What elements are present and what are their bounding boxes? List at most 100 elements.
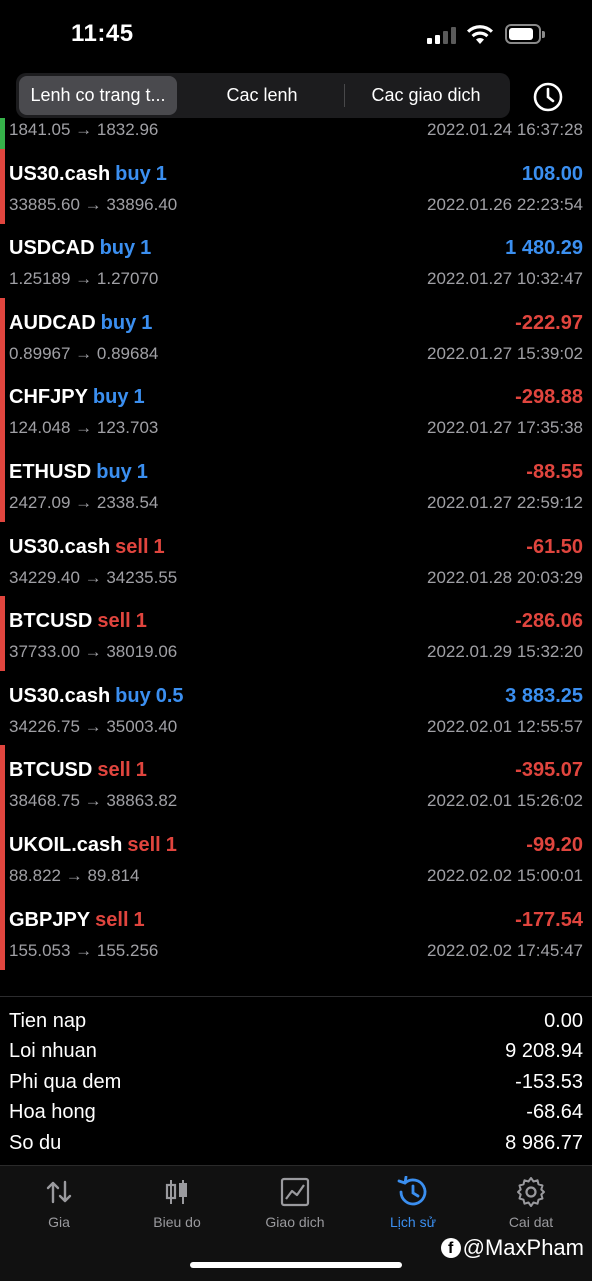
deal-volume: 1 [141,311,153,334]
deal-profit: 1 480.29 [505,237,583,260]
deal-volume: 1 [165,834,177,856]
deal-profit: -222.97 [515,311,583,334]
deal-symbol: USDCAD [9,237,95,260]
deal-profit: -395.07 [515,759,583,782]
summary-value: 0.00 [544,1010,583,1032]
deal-profit: -298.88 [515,386,583,409]
deal-row[interactable]: XAUUSDsell1 -809.00 1841.05 → 1832.96 20… [0,118,592,149]
wifi-icon [467,25,493,44]
tab-settings[interactable]: Cai dat [472,1176,590,1236]
deal-row[interactable]: US30.cash buy 0.5 3 883.25 34226.75 → 3500… [0,671,592,746]
tab-history-label: Lịch sử [390,1214,436,1230]
summary-value: 8 986.77 [505,1131,583,1154]
tab-quotes-label: Gia [48,1214,70,1230]
deal-row[interactable]: BTCUSD sell 1 -395.07 38468.75 → 38863.82 … [0,745,592,821]
deal-title: US30.cash buy 1 [9,163,167,186]
deal-title: CHFJPY buy 1 [9,386,145,409]
deal-prices: 34229.40 → 34235.55 [9,567,178,587]
deal-volume: 1 [140,237,152,260]
deal-volume: 1 [133,386,145,409]
deal-date: 2022.02.02 17:45:47 [427,940,583,960]
deal-date: 2022.02.02 15:00:01 [427,866,583,885]
deal-volume: 0.5 [155,684,184,707]
deal-row-marker [0,820,5,895]
history-icon [397,1176,427,1206]
tab-settings-label: Cai dat [508,1214,554,1230]
summary-label: Loi nhuan [9,1040,97,1063]
deal-prices: 1.25189 → 1.27070 [9,269,159,289]
deal-side: buy [115,684,151,707]
deal-row[interactable]: GBPJPY sell 1 -177.54 155.053 → 155.256 20… [0,894,592,970]
history-clock-icon[interactable] [531,80,565,114]
deal-row[interactable]: ETHUSD buy 1 -88.55 2427.09 → 2338.54 2022… [0,447,592,522]
deal-prices: 155.053 → 155.256 [9,940,159,960]
summary-row: Loi nhuan 9 208.94 [0,1036,592,1066]
deal-symbol: BTCUSD [9,759,93,782]
deal-date: 2022.02.01 15:26:02 [427,791,583,811]
deal-row[interactable]: CHFJPY buy 1 -298.88 124.048 → 123.703 202… [0,372,592,448]
deal-prices: 0.89967 → 0.89684 [9,343,159,363]
deal-date: 2022.01.27 15:39:02 [427,343,583,363]
deals-list[interactable]: XAUUSDsell1 -809.00 1841.05 → 1832.96 20… [0,118,592,996]
summary-label: Hoa hong [9,1101,96,1124]
deal-symbol: ETHUSD [9,461,92,483]
deal-symbol: CHFJPY [9,386,88,409]
deal-prices: 34226.75 → 35003.40 [9,716,178,736]
deal-date: 2022.01.29 15:32:20 [427,642,583,662]
deal-date: 2022.01.24 16:37:28 [427,120,583,139]
deal-volume: 1 [135,610,147,633]
deal-row-marker [0,118,5,149]
battery-icon [505,24,545,44]
deal-row-marker [0,447,5,522]
deal-symbol: GBPJPY [9,908,91,931]
deal-title: US30.cash buy 0.5 [9,685,184,708]
segment-deals[interactable]: Cac giao dich [346,76,506,115]
summary-value: -153.53 [515,1070,583,1093]
gear-icon [517,1177,545,1207]
deal-row-marker [0,745,5,821]
deal-volume: 1 [136,461,148,483]
deal-title: AUDCAD buy 1 [9,312,152,335]
deal-volume: 1 [155,162,167,185]
deal-profit: -61.50 [526,535,583,558]
summary-separator [0,996,592,997]
deal-date: 2022.01.27 10:32:47 [427,269,583,289]
deal-row-marker [0,596,5,672]
summary-label: So du [9,1131,62,1154]
deal-row-marker [0,372,5,448]
deal-prices: 124.048 → 123.703 [9,418,159,438]
summary-value: 9 208.94 [505,1040,583,1063]
deal-row[interactable]: US30.cash sell 1 -61.50 34229.40 → 34235.5… [0,522,592,597]
deal-side: sell [115,535,149,558]
deal-profit: 3 883.25 [505,684,583,707]
deal-date: 2022.01.26 22:23:54 [427,194,583,214]
candlestick-icon [165,1180,187,1204]
tab-history[interactable]: Lịch sử [354,1176,472,1236]
tab-chart[interactable]: Bieu do [118,1176,236,1236]
watermark: f @MaxPham [440,1235,584,1261]
deal-symbol: US30.cash [9,535,111,558]
deal-row[interactable]: BTCUSD sell 1 -286.06 37733.00 → 38019.06 … [0,596,592,672]
home-indicator[interactable] [190,1262,402,1268]
deal-row[interactable]: US30.cash buy 1 108.00 33885.60 → 33896.40… [0,148,592,224]
deal-side: buy [99,237,136,260]
deal-title: BTCUSD sell 1 [9,759,147,782]
summary-row: Hoa hong -68.64 [0,1097,592,1127]
tab-trade[interactable]: Giao dich [236,1176,354,1236]
segment-open-positions[interactable]: Lenh co trang t... [19,76,177,115]
segment-orders[interactable]: Cac lenh [182,76,342,115]
deal-prices: 2427.09 → 2338.54 [9,493,159,512]
deal-prices: 1841.05 → 1832.96 [9,120,159,139]
facebook-icon: f [440,1238,461,1258]
deal-row[interactable]: UKOIL.cash sell 1 -99.20 88.822 → 89.814 2… [0,820,592,895]
deal-date: 2022.01.27 17:35:38 [427,418,583,438]
deal-prices: 38468.75 → 38863.82 [9,791,178,811]
deal-prices: 88.822 → 89.814 [9,866,140,885]
status-bar: 11:45 [0,0,592,70]
deal-row[interactable]: USDCAD buy 1 1 480.29 1.25189 → 1.27070 20… [0,223,592,298]
deal-row[interactable]: AUDCAD buy 1 -222.97 0.89967 → 0.89684 202… [0,297,592,373]
deal-title: USDCAD buy 1 [9,237,151,260]
deal-title: ETHUSD buy 1 [9,461,148,484]
summary-row: Tien nap 0.00 [0,1006,592,1036]
tab-quotes[interactable]: Gia [0,1176,118,1236]
